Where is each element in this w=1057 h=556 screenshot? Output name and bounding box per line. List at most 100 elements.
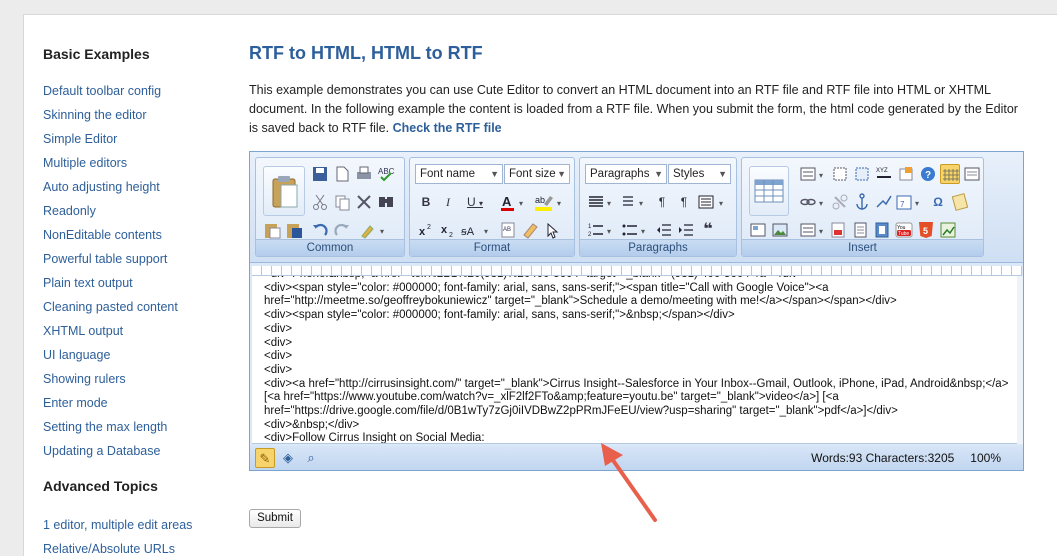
- spelling-icon[interactable]: AB: [498, 220, 518, 240]
- insert-emoticon-icon[interactable]: [950, 192, 970, 212]
- sidebar-link[interactable]: Enter mode: [43, 394, 233, 418]
- word-character-count: Words:93 Characters:3205: [811, 451, 955, 465]
- sidebar-link[interactable]: Plain text output: [43, 274, 233, 298]
- insert-link-icon[interactable]: ▾: [798, 192, 828, 212]
- svg-text:▾: ▾: [519, 199, 523, 208]
- outdent-icon[interactable]: [654, 220, 674, 240]
- indent-icon[interactable]: [676, 220, 696, 240]
- superscript-icon[interactable]: x2: [416, 220, 436, 240]
- print-icon[interactable]: [354, 164, 374, 184]
- remove-format-icon[interactable]: [520, 220, 540, 240]
- sidebar-link[interactable]: Skinning the editor: [43, 106, 233, 130]
- insert-email-icon[interactable]: [874, 192, 894, 212]
- bold-icon[interactable]: B: [416, 192, 436, 212]
- paste-icon: [272, 176, 298, 208]
- sidebar-link[interactable]: Cleaning pasted content: [43, 298, 233, 322]
- redo-icon[interactable]: [332, 220, 352, 240]
- font-color-icon[interactable]: A ▾: [498, 192, 528, 212]
- word-count-status: Words:93 Characters:3205 100%: [811, 451, 1001, 465]
- insert-template-icon[interactable]: [896, 164, 916, 184]
- paragraph-format-icon[interactable]: ▾: [696, 192, 728, 212]
- numbered-list-icon[interactable]: 1 2 ▾: [586, 220, 616, 240]
- paste-button[interactable]: [263, 166, 305, 216]
- cut-icon[interactable]: [310, 192, 330, 212]
- sidebar-link[interactable]: Simple Editor: [43, 130, 233, 154]
- show-grid-icon[interactable]: [940, 164, 960, 184]
- insert-table-button[interactable]: [749, 166, 789, 216]
- vertical-scrollbar[interactable]: [1017, 276, 1023, 444]
- svg-text:2: 2: [427, 224, 431, 231]
- rtl-icon[interactable]: ¶: [674, 192, 694, 212]
- sidebar-link[interactable]: Relative/Absolute URLs: [43, 540, 233, 556]
- sidebar-link[interactable]: Updating a Database: [43, 442, 233, 466]
- preview-icon[interactable]: [962, 164, 982, 184]
- subscript-icon[interactable]: x2: [438, 220, 458, 240]
- delete-icon[interactable]: [354, 192, 374, 212]
- insert-form-icon[interactable]: ▾: [798, 164, 828, 184]
- preview-mode-icon[interactable]: ⌕: [301, 448, 321, 468]
- sidebar-link[interactable]: NonEditable contents: [43, 226, 233, 250]
- sidebar-link[interactable]: XHTML output: [43, 322, 233, 346]
- insert-image-icon[interactable]: [770, 220, 790, 240]
- sidebar-link[interactable]: Powerful table support: [43, 250, 233, 274]
- insert-media-icon[interactable]: ▾: [798, 220, 828, 240]
- undo-icon[interactable]: [310, 220, 330, 240]
- insert-document-icon[interactable]: [850, 220, 870, 240]
- select-all-icon[interactable]: [542, 220, 562, 240]
- italic-icon[interactable]: I: [438, 192, 458, 212]
- bullet-list-icon[interactable]: ▾: [620, 220, 650, 240]
- spellcheck-icon[interactable]: ABC: [376, 164, 396, 184]
- insert-hr-icon[interactable]: XYZ: [874, 164, 894, 184]
- font-name-dropdown[interactable]: Font name ▼: [415, 164, 503, 184]
- insert-flash-icon[interactable]: [872, 220, 892, 240]
- absolute-position-icon[interactable]: [852, 164, 872, 184]
- highlight-icon[interactable]: ab ▾: [532, 192, 566, 212]
- paste-text-icon[interactable]: [262, 220, 282, 240]
- design-mode-icon[interactable]: ✎: [255, 448, 275, 468]
- underline-icon[interactable]: U ▾: [460, 192, 490, 212]
- ltr-icon[interactable]: ¶: [652, 192, 672, 212]
- youtube-icon[interactable]: You Tube: [894, 220, 914, 240]
- page-title: RTF to HTML, HTML to RTF: [249, 43, 483, 63]
- font-size-dropdown[interactable]: Font size ▼: [504, 164, 570, 184]
- sidebar-link[interactable]: Auto adjusting height: [43, 178, 233, 202]
- sidebar-link[interactable]: UI language: [43, 346, 233, 370]
- insert-box-icon[interactable]: [830, 164, 850, 184]
- paragraphs-dropdown[interactable]: Paragraphs ▼: [585, 164, 667, 184]
- sidebar-link[interactable]: Setting the max length: [43, 418, 233, 442]
- insert-pdf-icon[interactable]: [828, 220, 848, 240]
- submit-button[interactable]: Submit: [249, 509, 301, 528]
- insert-chart-icon[interactable]: [938, 220, 958, 240]
- html5-icon[interactable]: 5: [916, 220, 936, 240]
- copy-icon[interactable]: [332, 192, 352, 212]
- find-icon[interactable]: [376, 192, 396, 212]
- justify-icon[interactable]: ▾: [586, 192, 616, 212]
- save-icon[interactable]: [310, 164, 330, 184]
- main-content: RTF to HTML, HTML to RTF This example de…: [249, 43, 1029, 138]
- sidebar: Basic Examples Default toolbar config Ski…: [43, 46, 233, 556]
- styles-dropdown[interactable]: Styles ▼: [668, 164, 731, 184]
- sidebar-link[interactable]: Default toolbar config: [43, 82, 233, 106]
- code-mode-icon[interactable]: ◈: [278, 448, 298, 468]
- paste-word-icon[interactable]: [284, 220, 304, 240]
- indent-list-icon[interactable]: ▾: [620, 192, 648, 212]
- html-source-code[interactable]: <div>Phone:&nbsp;<a href="tel:%2B1%20(93…: [264, 276, 1019, 443]
- insert-layer-icon[interactable]: [748, 220, 768, 240]
- change-case-icon[interactable]: ꞩA ▾: [460, 220, 492, 240]
- sidebar-link[interactable]: Showing rulers: [43, 370, 233, 394]
- blockquote-icon[interactable]: ❝: [698, 220, 718, 240]
- format-painter-icon[interactable]: ▾: [358, 220, 388, 240]
- special-char-icon[interactable]: Ω: [928, 192, 948, 212]
- unlink-icon[interactable]: [830, 192, 850, 212]
- editor-content-area[interactable]: <div>Phone:&nbsp;<a href="tel:%2B1%20(93…: [252, 276, 1022, 444]
- check-rtf-link[interactable]: Check the RTF file: [393, 121, 502, 135]
- sidebar-link[interactable]: Readonly: [43, 202, 233, 226]
- insert-date-icon[interactable]: 7 ▾: [894, 192, 924, 212]
- sidebar-link[interactable]: 1 editor, multiple edit areas: [43, 516, 233, 540]
- svg-text:2: 2: [588, 232, 592, 238]
- help-icon[interactable]: ?: [918, 164, 938, 184]
- anchor-icon[interactable]: [852, 192, 872, 212]
- sidebar-link[interactable]: Multiple editors: [43, 154, 233, 178]
- code-line: <div><span style="color: #000000; font-f…: [264, 309, 735, 322]
- new-document-icon[interactable]: [332, 164, 352, 184]
